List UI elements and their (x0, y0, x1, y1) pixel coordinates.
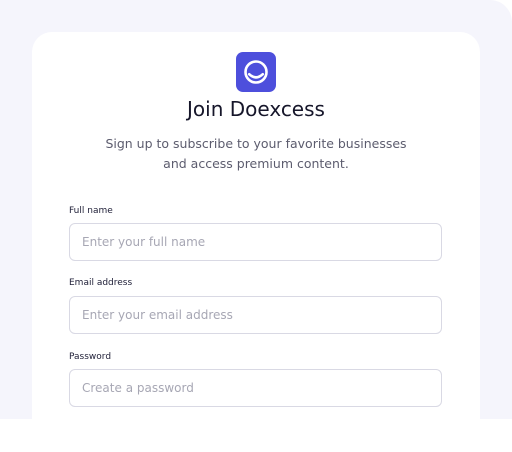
signup-card: Join Doexcess Sign up to subscribe to yo… (32, 32, 480, 452)
page-subtitle: Sign up to subscribe to your favorite bu… (105, 136, 407, 171)
password-input[interactable] (69, 369, 442, 407)
full-name-input[interactable] (69, 223, 442, 261)
email-input[interactable] (69, 296, 442, 334)
page-title: Join Doexcess (187, 97, 325, 121)
email-label: Email address (69, 278, 133, 288)
smiley-face-icon (244, 60, 268, 84)
full-name-label: Full name (69, 206, 113, 216)
password-label: Password (69, 352, 112, 362)
brand-logo (236, 52, 276, 92)
